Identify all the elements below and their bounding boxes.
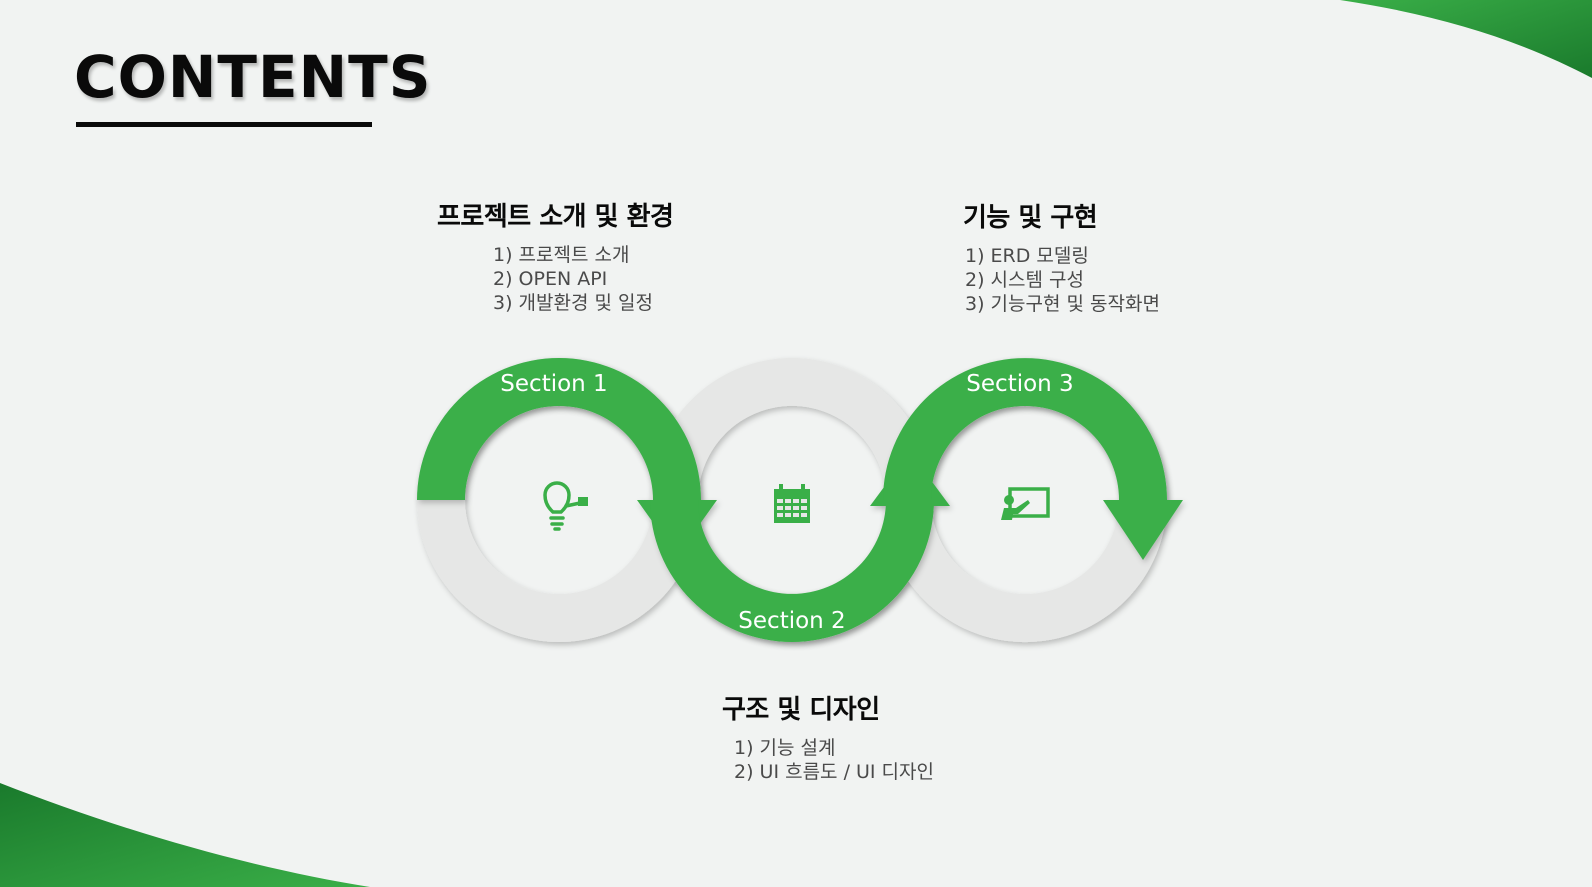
list-item: 3) 기능구현 및 동작화면 bbox=[965, 293, 1160, 316]
list-item: 2) UI 흐름도 / UI 디자인 bbox=[734, 761, 935, 784]
presenter-icon bbox=[1001, 487, 1050, 520]
section-3-items: 1) ERD 모델링 2) 시스템 구성 3) 기능구현 및 동작화면 bbox=[963, 244, 1160, 316]
list-item: 1) ERD 모델링 bbox=[965, 245, 1089, 268]
list-item: 2) 시스템 구성 bbox=[965, 269, 1084, 292]
section-1-items: 1) 프로젝트 소개 2) OPEN API 3) 개발환경 및 일정 bbox=[437, 243, 673, 315]
section-1-heading: 프로젝트 소개 및 환경 bbox=[437, 202, 674, 232]
section-2-items: 1) 기능 설계 2) UI 흐름도 / UI 디자인 bbox=[722, 736, 934, 784]
list-item: 2) OPEN API bbox=[493, 268, 608, 291]
page-title: CONTENTS bbox=[74, 43, 432, 111]
corner-decoration-bottom-left bbox=[0, 783, 370, 887]
lightbulb-icon bbox=[543, 481, 588, 531]
list-item: 3) 개발환경 및 일정 bbox=[493, 292, 653, 315]
section-3-heading: 기능 및 구현 bbox=[963, 203, 1098, 233]
corner-decoration-top-right bbox=[1340, 0, 1592, 78]
section-1-description: 프로젝트 소개 및 환경 1) 프로젝트 소개 2) OPEN API 3) 개… bbox=[437, 202, 674, 315]
title-underline bbox=[76, 122, 372, 127]
section-2-heading: 구조 및 디자인 bbox=[722, 695, 880, 725]
calendar-icon bbox=[774, 484, 810, 523]
section-2-label: Section 2 bbox=[738, 608, 845, 634]
section-2-description: 구조 및 디자인 1) 기능 설계 2) UI 흐름도 / UI 디자인 bbox=[722, 695, 934, 784]
list-item: 1) 기능 설계 bbox=[734, 737, 836, 760]
section-3-description: 기능 및 구현 1) ERD 모델링 2) 시스템 구성 3) 기능구현 및 동… bbox=[963, 203, 1160, 316]
list-item: 1) 프로젝트 소개 bbox=[493, 244, 630, 267]
section-1-label: Section 1 bbox=[500, 371, 607, 397]
section-3-label: Section 3 bbox=[966, 371, 1073, 397]
